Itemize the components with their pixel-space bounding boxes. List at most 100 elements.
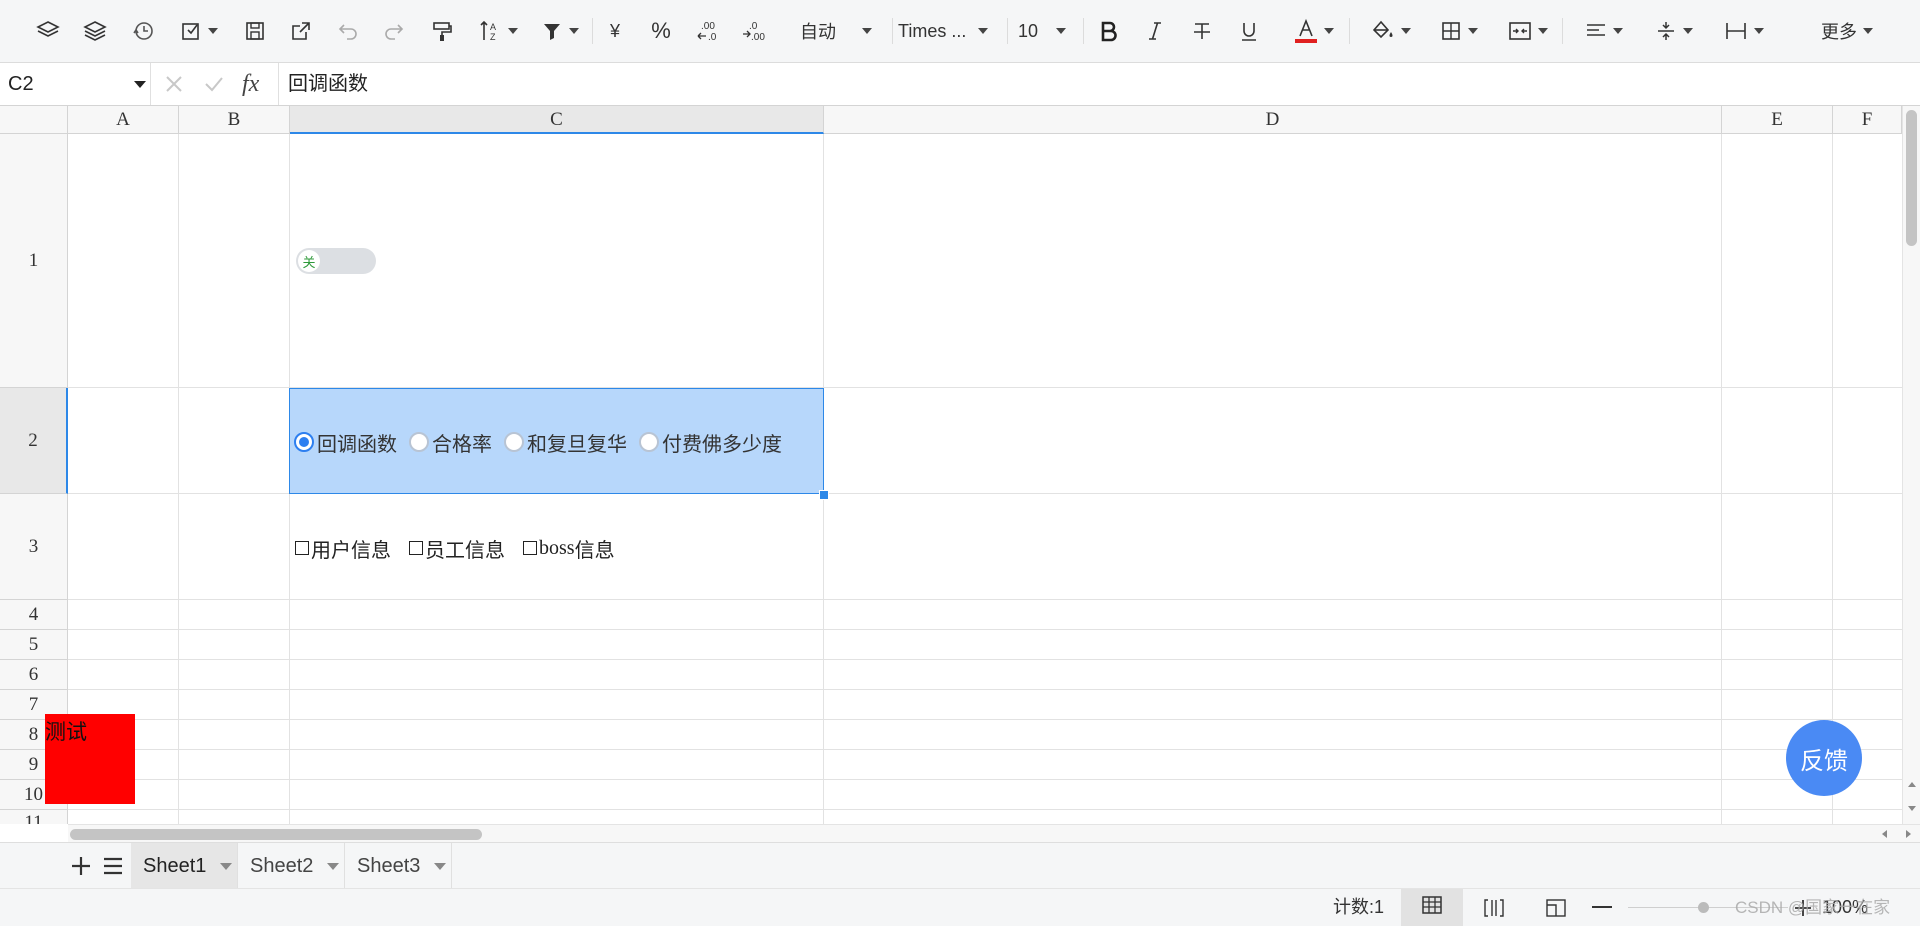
toolbar-divider	[1083, 18, 1084, 44]
fill-handle[interactable]	[819, 490, 829, 500]
page-break-view-icon[interactable]	[1483, 898, 1505, 923]
vertical-align-icon[interactable]	[1648, 14, 1700, 48]
sort-icon[interactable]: AZ	[472, 14, 524, 48]
vertical-scrollbar[interactable]	[1902, 106, 1920, 824]
text-wrap-icon[interactable]	[1716, 14, 1772, 48]
column-header-c[interactable]: C	[290, 106, 824, 134]
chevron-down-icon[interactable]	[434, 862, 447, 870]
checkbox-option-3[interactable]: boss 信息	[523, 534, 615, 563]
row-header-11[interactable]: 11	[0, 810, 68, 824]
more-button[interactable]: 更多	[1810, 14, 1884, 48]
sheet-tab-label: Sheet2	[250, 854, 314, 877]
grid-line	[68, 599, 1902, 600]
zoom-out-icon[interactable]	[1592, 906, 1612, 908]
scroll-left-icon[interactable]	[1882, 830, 1887, 838]
fill-color-icon[interactable]	[1363, 14, 1419, 48]
font-family-select[interactable]: Times ...	[898, 14, 1002, 48]
scroll-right-icon[interactable]	[1906, 830, 1911, 838]
row-header-3[interactable]: 3	[0, 494, 68, 600]
grid-line	[178, 134, 179, 824]
radio-option-1[interactable]: 回调函数	[294, 428, 397, 457]
confirm-icon[interactable]	[204, 74, 224, 99]
grid-line	[68, 749, 1902, 750]
chevron-down-icon[interactable]	[327, 862, 340, 870]
strikethrough-icon[interactable]	[1187, 14, 1217, 48]
horizontal-scroll-thumb[interactable]	[70, 829, 482, 840]
row-header-1[interactable]: 1	[0, 134, 68, 388]
column-header-e[interactable]: E	[1722, 106, 1833, 134]
underline-icon[interactable]	[1234, 14, 1264, 48]
chevron-down-icon[interactable]	[220, 862, 233, 870]
status-bar: 计数:1 100% CSDN @国家一在家	[0, 888, 1920, 926]
radio-option-3[interactable]: 和复旦复华	[504, 428, 627, 457]
name-box[interactable]: C2	[0, 63, 151, 105]
column-header-f[interactable]: F	[1833, 106, 1902, 134]
number-format-select[interactable]: 自动	[800, 14, 890, 48]
column-header-a[interactable]: A	[68, 106, 179, 134]
cell-reference: C2	[8, 73, 34, 95]
chevron-down-icon[interactable]	[134, 81, 146, 88]
grid-line	[68, 719, 1902, 720]
filter-icon[interactable]	[534, 14, 586, 48]
normal-view-button[interactable]	[1401, 889, 1463, 926]
radio-option-2[interactable]: 合格率	[409, 428, 492, 457]
vertical-scroll-thumb[interactable]	[1906, 110, 1917, 246]
border-icon[interactable]	[1432, 14, 1486, 48]
align-left-icon[interactable]	[1576, 14, 1632, 48]
fx-icon[interactable]: fx	[242, 63, 259, 105]
sheet-tab-1[interactable]: Sheet1	[131, 843, 238, 889]
font-size-select[interactable]: 10	[1018, 14, 1076, 48]
format-painter-icon[interactable]	[427, 14, 457, 48]
feedback-button[interactable]: 反馈	[1786, 720, 1862, 796]
percent-button[interactable]: %	[645, 14, 677, 48]
decrease-decimal-icon[interactable]: .00.0	[692, 14, 724, 48]
layers-stack-icon[interactable]	[79, 14, 111, 48]
feedback-label: 反馈	[1800, 747, 1848, 775]
checkbox-label: 员工信息	[425, 539, 505, 562]
sheet-tab-2[interactable]: Sheet2	[238, 843, 345, 889]
zoom-slider-thumb[interactable]	[1698, 902, 1709, 913]
merge-cells-icon[interactable]	[1500, 14, 1556, 48]
layers-icon[interactable]	[32, 14, 64, 48]
export-icon[interactable]	[285, 14, 317, 48]
select-all-corner[interactable]	[0, 106, 68, 134]
history-icon[interactable]	[127, 14, 159, 48]
column-header-d[interactable]: D	[824, 106, 1722, 134]
formula-input[interactable]: 回调函数	[288, 63, 368, 105]
radio-unchecked-icon	[639, 432, 659, 452]
checkbox-group: 用户信息 员工信息 boss 信息	[295, 534, 633, 562]
undo-icon[interactable]	[333, 14, 363, 48]
radio-unchecked-icon	[504, 432, 524, 452]
column-header-b[interactable]: B	[179, 106, 290, 134]
radio-group: 回调函数 合格率 和复旦复华 付费佛多少度	[294, 428, 794, 456]
row-header-5[interactable]: 5	[0, 630, 68, 660]
currency-button[interactable]: ¥	[600, 14, 630, 48]
checkbox-option-1[interactable]: 用户信息	[295, 534, 391, 563]
sheet-tab-3[interactable]: Sheet3	[345, 843, 452, 889]
save-icon[interactable]	[240, 14, 270, 48]
toolbar: AZ ¥ % .00.0 .0.00 自动 Times ... 10 更多	[0, 0, 1920, 63]
toggle-switch[interactable]: 关	[296, 248, 376, 274]
radio-option-4[interactable]: 付费佛多少度	[639, 428, 782, 457]
bold-icon[interactable]	[1093, 14, 1125, 48]
row-header-2[interactable]: 2	[0, 388, 68, 494]
page-layout-view-icon[interactable]	[1545, 898, 1567, 923]
checkbox-option-2[interactable]: 员工信息	[409, 534, 505, 563]
scroll-down-icon[interactable]	[1908, 806, 1916, 811]
redo-icon[interactable]	[379, 14, 409, 48]
font-size-value: 10	[1018, 20, 1039, 41]
grid-line	[68, 809, 1902, 810]
row-header-4[interactable]: 4	[0, 600, 68, 630]
import-icon[interactable]	[175, 14, 223, 48]
grid-view-icon	[1422, 896, 1442, 919]
horizontal-scrollbar[interactable]	[68, 824, 1920, 843]
add-sheet-icon[interactable]	[70, 855, 92, 882]
floating-shape[interactable]: 测试	[45, 714, 135, 804]
scroll-up-icon[interactable]	[1908, 782, 1916, 787]
font-color-icon[interactable]	[1286, 14, 1342, 48]
italic-icon[interactable]	[1140, 14, 1170, 48]
sheet-list-icon[interactable]	[102, 855, 124, 882]
row-header-6[interactable]: 6	[0, 660, 68, 690]
cancel-icon[interactable]	[164, 74, 184, 99]
increase-decimal-icon[interactable]: .0.00	[738, 14, 770, 48]
